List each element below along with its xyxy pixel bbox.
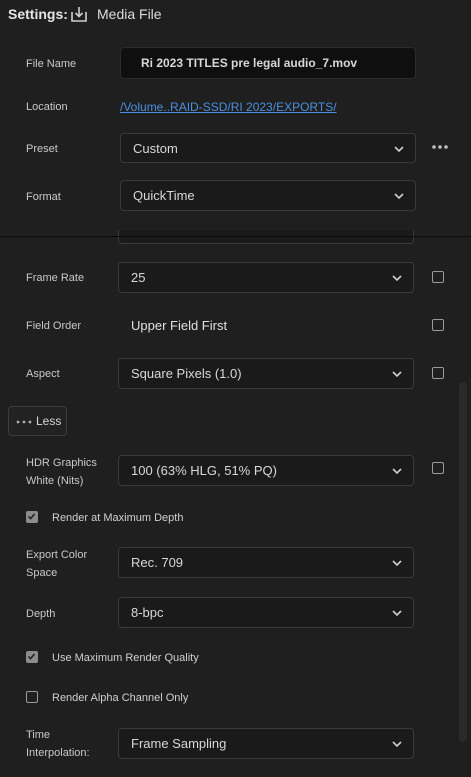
location-link[interactable]: /Volume..RAID-SSD/RI 2023/EXPORTS/ [120,98,337,116]
chevron-down-icon [394,193,404,200]
aspect-checkbox[interactable] [432,367,444,379]
checkmark-icon [27,653,36,660]
time-interpolation-dropdown[interactable]: Frame Sampling [118,728,414,759]
file-name-input[interactable]: Ri 2023 TITLES pre legal audio_7.mov [120,47,416,79]
chevron-down-icon [392,741,402,748]
depth-dropdown[interactable]: 8-bpc [118,597,414,628]
field-order-label: Field Order [26,320,82,332]
render-alpha-label: Render Alpha Channel Only [52,692,189,704]
chevron-down-icon [392,371,402,378]
less-label: Less [36,414,62,428]
hdr-label: HDR Graphics White (Nits) [26,454,116,490]
depth-label: Depth [26,608,56,620]
depth-value: 8-bpc [131,605,164,620]
scrollbar-thumb[interactable] [459,382,467,742]
aspect-value: Square Pixels (1.0) [131,366,242,381]
preset-label: Preset [26,143,58,155]
frame-rate-label: Frame Rate [26,272,85,284]
export-color-space-line2: Space [26,567,58,579]
chevron-down-icon [392,275,402,282]
aspect-dropdown[interactable]: Square Pixels (1.0) [118,358,414,389]
time-interpolation-line1: Time [26,729,51,741]
less-button[interactable]: Less [8,406,67,436]
format-dropdown[interactable]: QuickTime [120,180,416,211]
frame-rate-checkbox[interactable] [432,271,444,283]
preset-value: Custom [133,141,178,156]
chevron-down-icon [392,468,402,475]
location-label: Location [26,101,68,113]
chevron-down-icon [394,146,404,153]
max-render-quality-label: Use Maximum Render Quality [52,652,199,664]
hdr-dropdown[interactable]: 100 (63% HLG, 51% PQ) [118,455,414,486]
time-interpolation-label: Time Interpolation: [26,726,116,762]
chevron-down-icon [392,610,402,617]
panel-divider-mask [0,236,471,237]
time-interpolation-value: Frame Sampling [131,736,227,751]
hdr-value: 100 (63% HLG, 51% PQ) [131,463,277,478]
time-interpolation-line2: Interpolation: [26,747,90,759]
render-max-depth-label: Render at Maximum Depth [52,512,184,524]
max-render-quality-checkbox[interactable] [26,651,38,663]
format-value: QuickTime [133,188,195,203]
preset-dropdown[interactable]: Custom [120,133,416,163]
frame-rate-dropdown[interactable]: 25 [118,262,414,293]
frame-rate-value: 25 [131,270,146,285]
scrolled-field-bottom [118,230,414,244]
chevron-down-icon [392,560,402,567]
settings-label: Settings: [8,6,68,22]
media-file-label: Media File [97,6,162,22]
file-name-value: Ri 2023 TITLES pre legal audio_7.mov [141,56,358,70]
hdr-label-line1: HDR Graphics [26,457,97,469]
ellipsis-icon [16,420,32,424]
aspect-label: Aspect [26,368,60,380]
render-alpha-checkbox[interactable] [26,691,38,703]
field-order-value: Upper Field First [131,318,228,333]
more-options-icon[interactable] [431,140,449,154]
checkmark-icon [27,513,36,520]
format-label: Format [26,191,61,203]
file-name-label: File Name [26,58,77,70]
hdr-checkbox[interactable] [432,462,444,474]
export-color-space-value: Rec. 709 [131,555,184,570]
export-color-space-label: Export Color Space [26,546,116,582]
field-order-checkbox[interactable] [432,319,444,331]
render-max-depth-checkbox[interactable] [26,511,38,523]
hdr-label-line2: White (Nits) [26,475,84,487]
export-color-space-dropdown[interactable]: Rec. 709 [118,547,414,578]
export-color-space-line1: Export Color [26,549,88,561]
download-icon [70,5,88,28]
